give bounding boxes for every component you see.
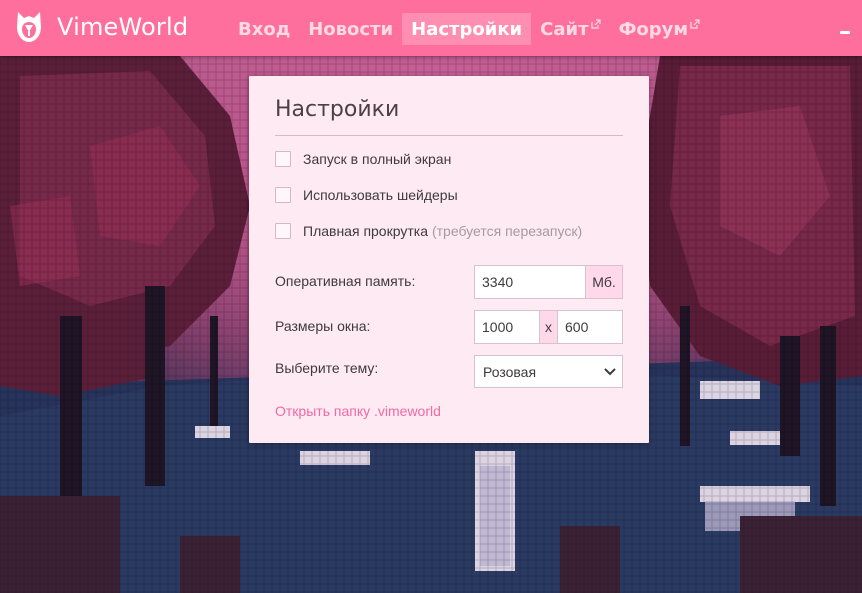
nav-item-label: Вход bbox=[238, 18, 291, 40]
memory-label: Оперативная память: bbox=[275, 273, 416, 289]
shaders-checkbox-row[interactable]: Использовать шейдеры bbox=[275, 187, 458, 203]
minimize-icon[interactable] bbox=[840, 31, 850, 34]
window-width-input[interactable]: 1000 bbox=[474, 310, 540, 344]
nav-item-login[interactable]: Вход bbox=[229, 13, 299, 45]
shaders-label: Использовать шейдеры bbox=[303, 187, 458, 203]
nav-item-label: Новости bbox=[308, 18, 394, 40]
shaders-checkbox[interactable] bbox=[275, 187, 291, 203]
window-height-input[interactable]: 600 bbox=[557, 310, 623, 344]
nav-item-label: Сайт bbox=[540, 18, 589, 40]
owl-logo-icon[interactable] bbox=[16, 11, 42, 43]
fullscreen-checkbox[interactable] bbox=[275, 151, 291, 167]
nav-item-news[interactable]: Новости bbox=[299, 13, 402, 45]
chevron-down-icon bbox=[604, 368, 616, 376]
nav-item-site[interactable]: Сайт bbox=[531, 13, 609, 45]
theme-label: Выберите тему: bbox=[275, 360, 379, 376]
smooth-scroll-checkbox[interactable] bbox=[275, 223, 291, 239]
external-link-icon bbox=[590, 19, 601, 29]
memory-unit: Мб. bbox=[585, 265, 623, 299]
window-size-label: Размеры окна: bbox=[275, 318, 371, 334]
theme-selected-value: Розовая bbox=[483, 363, 537, 380]
panel-title: Настройки bbox=[275, 97, 400, 122]
fullscreen-label: Запуск в полный экран bbox=[303, 151, 452, 167]
open-folder-link[interactable]: Открыть папку .vimeworld bbox=[275, 403, 441, 419]
smooth-scroll-label: Плавная прокрутка bbox=[303, 223, 428, 239]
nav-item-forum[interactable]: Форум bbox=[610, 13, 710, 45]
restart-hint: (требуется перезапуск) bbox=[431, 223, 583, 239]
top-navbar: VimeWorld Вход Новости Настройки Сайт Фо… bbox=[0, 0, 862, 56]
nav-item-label: Настройки bbox=[411, 18, 523, 40]
fullscreen-checkbox-row[interactable]: Запуск в полный экран bbox=[275, 151, 451, 167]
window-size-separator: x bbox=[539, 310, 558, 344]
smooth-scroll-checkbox-row[interactable]: Плавная прокрутка (требуется перезапуск) bbox=[275, 223, 582, 239]
title-divider bbox=[275, 135, 623, 136]
nav-item-settings[interactable]: Настройки bbox=[402, 13, 532, 45]
memory-input[interactable]: 3340 bbox=[474, 265, 586, 299]
main-nav: Вход Новости Настройки Сайт Форум bbox=[229, 13, 709, 45]
brand-name: VimeWorld bbox=[57, 13, 189, 41]
theme-select[interactable]: Розовая bbox=[474, 355, 623, 388]
nav-item-label: Форум bbox=[618, 18, 689, 40]
external-link-icon bbox=[690, 19, 700, 29]
settings-panel: Настройки Запуск в полный экран Использо… bbox=[249, 76, 649, 443]
